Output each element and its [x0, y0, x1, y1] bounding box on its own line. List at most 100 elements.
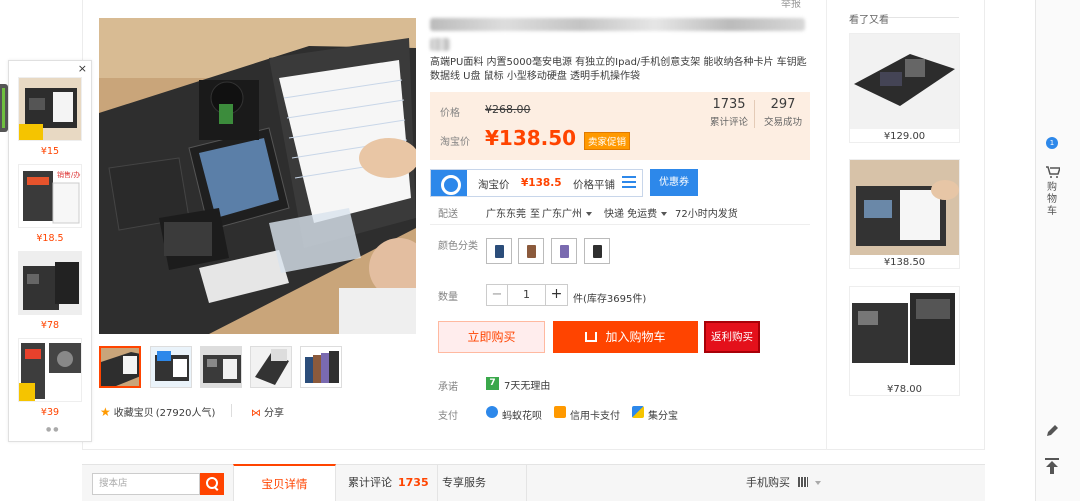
taobao-price-label: 淘宝价: [440, 137, 470, 148]
payment-huabei[interactable]: 蚂蚁花呗: [502, 407, 542, 422]
sidebar-cart-label: 购物车: [1047, 182, 1057, 217]
similar-item[interactable]: ¥39: [18, 338, 82, 418]
deals-label: 交易成功: [763, 117, 802, 128]
similar-item-image: [18, 251, 82, 315]
reviews-count: 1735: [712, 97, 746, 112]
look-again-image: [850, 287, 959, 382]
quantity-input[interactable]: 1: [508, 284, 546, 306]
promise-text[interactable]: 7天无理由: [504, 377, 550, 392]
ship-time: 72小时内发货: [675, 209, 738, 220]
color-label: 颜色分类: [438, 241, 478, 252]
reviews-stat[interactable]: 1735 累计评论: [704, 97, 754, 128]
look-again-item[interactable]: ¥78.00: [849, 286, 960, 396]
divider: [526, 465, 527, 501]
main-product-image[interactable]: [99, 18, 416, 334]
protect-guard-text: 价格平铺: [573, 179, 615, 191]
add-to-cart-label: 加入购物车: [605, 330, 666, 344]
look-again-item[interactable]: ¥129.00: [849, 33, 960, 143]
search-icon[interactable]: [200, 473, 224, 495]
thumbnail-3[interactable]: [200, 346, 242, 388]
look-again-image: [850, 160, 959, 255]
collect-button[interactable]: ★ 收藏宝贝 (27920人气): [100, 404, 215, 419]
carousel-dots[interactable]: ●●: [46, 426, 60, 433]
similar-item-price: ¥78: [40, 320, 60, 331]
divider: [231, 404, 232, 417]
tab-detail[interactable]: 宝贝详情: [233, 464, 336, 501]
share-button[interactable]: ⋈ 分享: [251, 404, 284, 419]
price-label: 价格: [440, 108, 460, 119]
similar-item[interactable]: ¥78: [18, 251, 82, 331]
payment-jifenbao[interactable]: 集分宝: [648, 407, 678, 422]
similar-item[interactable]: ¥15: [18, 77, 82, 157]
divider: [889, 17, 959, 18]
cart-icon: [1046, 166, 1062, 178]
column-divider: [826, 0, 827, 450]
seven-day-icon: 7: [486, 377, 499, 390]
share-label: 分享: [264, 408, 284, 419]
swatch-color: [495, 245, 504, 258]
tab-mobile-label: 手机购买: [746, 476, 790, 489]
divider: [437, 465, 438, 501]
look-again-price: ¥129.00: [883, 131, 926, 142]
tab-reviews-count: 1735: [398, 476, 429, 489]
protect-label: 淘宝价: [478, 179, 510, 191]
sidebar-cart-link[interactable]: 购物车: [1046, 166, 1062, 218]
ship-to-prefix: 至: [530, 209, 540, 220]
current-price: ¥138.50: [485, 126, 577, 150]
thumbnail-5[interactable]: [300, 346, 342, 388]
left-panel-handle[interactable]: [0, 84, 8, 132]
similar-item-price: ¥15: [40, 146, 60, 157]
tab-service[interactable]: 专享服务: [442, 474, 486, 490]
reviews-label: 累计评论: [709, 117, 748, 128]
deals-stat: 297 交易成功: [758, 97, 808, 128]
coupon-button[interactable]: 优惠券: [650, 169, 698, 196]
payment-credit-card[interactable]: 信用卡支付: [570, 407, 620, 422]
promo-badge: 卖家促销: [584, 132, 631, 150]
product-title-blurred: [430, 16, 810, 51]
price-protect-logo-icon: [431, 170, 467, 196]
color-swatch-blue[interactable]: [486, 238, 512, 264]
look-again-title: 看了又看: [849, 15, 889, 26]
product-subtitle: 高端PU面料 内置5000毫安电源 有独立的Ipad/手机创意支架 能收纳各种卡…: [430, 57, 807, 82]
title-line: [430, 18, 805, 31]
look-again-price: ¥78.00: [887, 384, 922, 395]
feedback-icon[interactable]: [1045, 424, 1059, 438]
add-to-cart-button[interactable]: 加入购物车: [553, 321, 698, 353]
back-to-top-icon[interactable]: [1045, 458, 1059, 474]
quantity-decrease-button[interactable]: −: [486, 284, 508, 306]
thumbnail-4[interactable]: [250, 346, 292, 388]
similar-item-image: 销售/办公: [18, 164, 82, 228]
similar-item[interactable]: 销售/办公 ¥18.5: [18, 164, 82, 244]
close-icon[interactable]: ×: [78, 62, 87, 75]
quantity-increase-button[interactable]: +: [546, 284, 568, 306]
look-again-price: ¥138.50: [883, 257, 926, 268]
tab-reviews-label: 累计评论: [348, 476, 392, 489]
tab-mobile-buy[interactable]: 手机购买: [746, 474, 821, 490]
report-link[interactable]: 举报: [781, 0, 801, 10]
tab-reviews[interactable]: 累计评论 1735: [348, 474, 429, 490]
star-icon: ★: [100, 405, 111, 419]
protect-price: ¥138.5: [521, 177, 562, 189]
rebate-buy-button[interactable]: 返利购买: [704, 321, 760, 353]
color-swatch-brown[interactable]: [518, 238, 544, 264]
shipping-label: 配送: [438, 209, 458, 220]
title-line: [430, 38, 450, 51]
store-search-input[interactable]: 搜本店: [92, 473, 200, 495]
credit-card-icon: [554, 406, 566, 418]
thumbnail-2[interactable]: [150, 346, 192, 388]
swatch-color: [593, 245, 602, 258]
color-swatch-purple[interactable]: [551, 238, 577, 264]
ship-to-select[interactable]: 广东广州: [542, 205, 592, 220]
similar-items-panel: × ¥15 销售/办公 ¥18.5 ¥78 ¥39 ●●: [8, 60, 92, 442]
color-swatch-black[interactable]: [584, 238, 610, 264]
promise-label: 承诺: [438, 382, 458, 393]
huabei-icon: [486, 406, 498, 418]
cart-icon: [585, 332, 598, 342]
menu-icon[interactable]: [622, 176, 636, 188]
buy-now-button[interactable]: 立即购买: [438, 321, 545, 353]
payment-label: 支付: [438, 411, 458, 422]
thumbnail-1[interactable]: [99, 346, 141, 388]
chevron-down-icon: [586, 212, 592, 216]
express-select[interactable]: 快递 免运费: [604, 205, 668, 220]
look-again-item[interactable]: ¥138.50: [849, 159, 960, 269]
